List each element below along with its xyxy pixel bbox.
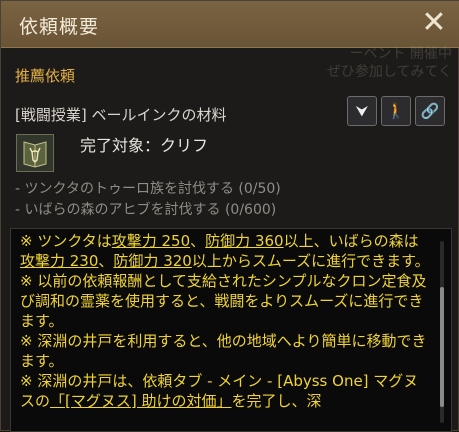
- quest-summary-window: 依頼概要 ✕ ーベント 開催中 ぜひ参加してみてく 推薦依頼 [戦闘授業] ベー…: [0, 0, 459, 432]
- completion-target: 完了対象：クリフ: [80, 136, 209, 155]
- objective-list: - ツンクタのトゥーロ族を討伐する (0/50) - いばらの森のアヒブを討伐す…: [15, 179, 281, 221]
- navigate-icon[interactable]: ⮟: [347, 96, 377, 126]
- objective-item: - ツンクタのトゥーロ族を討伐する (0/50): [15, 181, 281, 197]
- background-text-line-1: ーベント 開催中: [349, 46, 452, 62]
- close-icon[interactable]: ✕: [420, 8, 448, 38]
- link-icon[interactable]: 🔗: [415, 96, 445, 126]
- description-panel[interactable]: ※ ツンクタは攻撃力 250、防御力 360以上、いばらの森は攻撃力 230、防…: [10, 228, 452, 432]
- description-paragraph: ※ ツンクタは攻撃力 250、防御力 360以上、いばらの森は攻撃力 230、防…: [20, 232, 430, 270]
- description-text: ※ ツンクタは攻撃力 250、防御力 360以上、いばらの森は攻撃力 230、防…: [20, 231, 432, 411]
- objective-item: - いばらの森のアヒブを討伐する (0/600): [15, 202, 277, 218]
- description-paragraph: ※ 深淵の井戸を利用すると、他の地域へより簡単に移動できます。: [20, 332, 427, 370]
- quest-link[interactable]: 「[マグヌス] 助けの対価」: [50, 392, 231, 410]
- deer-head-book-icon: [16, 134, 54, 172]
- description-paragraph: ※ 以前の依頼報酬として支給されたシンプルなクロン定食及び調和の霊薬を使用すると…: [20, 272, 427, 330]
- description-paragraph: ※ 深淵の井戸は、依頼タブ - メイン - [Abyss One] マグヌスの「…: [20, 372, 419, 410]
- quest-title[interactable]: [戦闘授業] ベールインクの材料: [15, 104, 226, 125]
- defense-requirement: 防御力 360: [205, 232, 284, 250]
- attack-requirement: 攻撃力 250: [111, 232, 191, 250]
- attack-requirement: 攻撃力 230: [20, 252, 99, 270]
- defense-requirement: 防御力 320: [113, 252, 192, 270]
- window-title: 依頼概要: [19, 16, 100, 38]
- background-event-text: ーベント 開催中 ぜひ参加してみてく: [327, 45, 452, 81]
- section-label-recommended: 推薦依頼: [15, 67, 76, 85]
- recommended-quest-row: [戦闘授業] ベールインクの材料 ⮟ 🚶 🔗: [15, 96, 445, 126]
- background-text-line-2: ぜひ参加してみてく: [326, 64, 452, 80]
- walking-person-icon[interactable]: 🚶: [381, 96, 411, 126]
- scrollbar-thumb[interactable]: [440, 287, 444, 407]
- title-bar[interactable]: 依頼概要 ✕: [1, 1, 459, 48]
